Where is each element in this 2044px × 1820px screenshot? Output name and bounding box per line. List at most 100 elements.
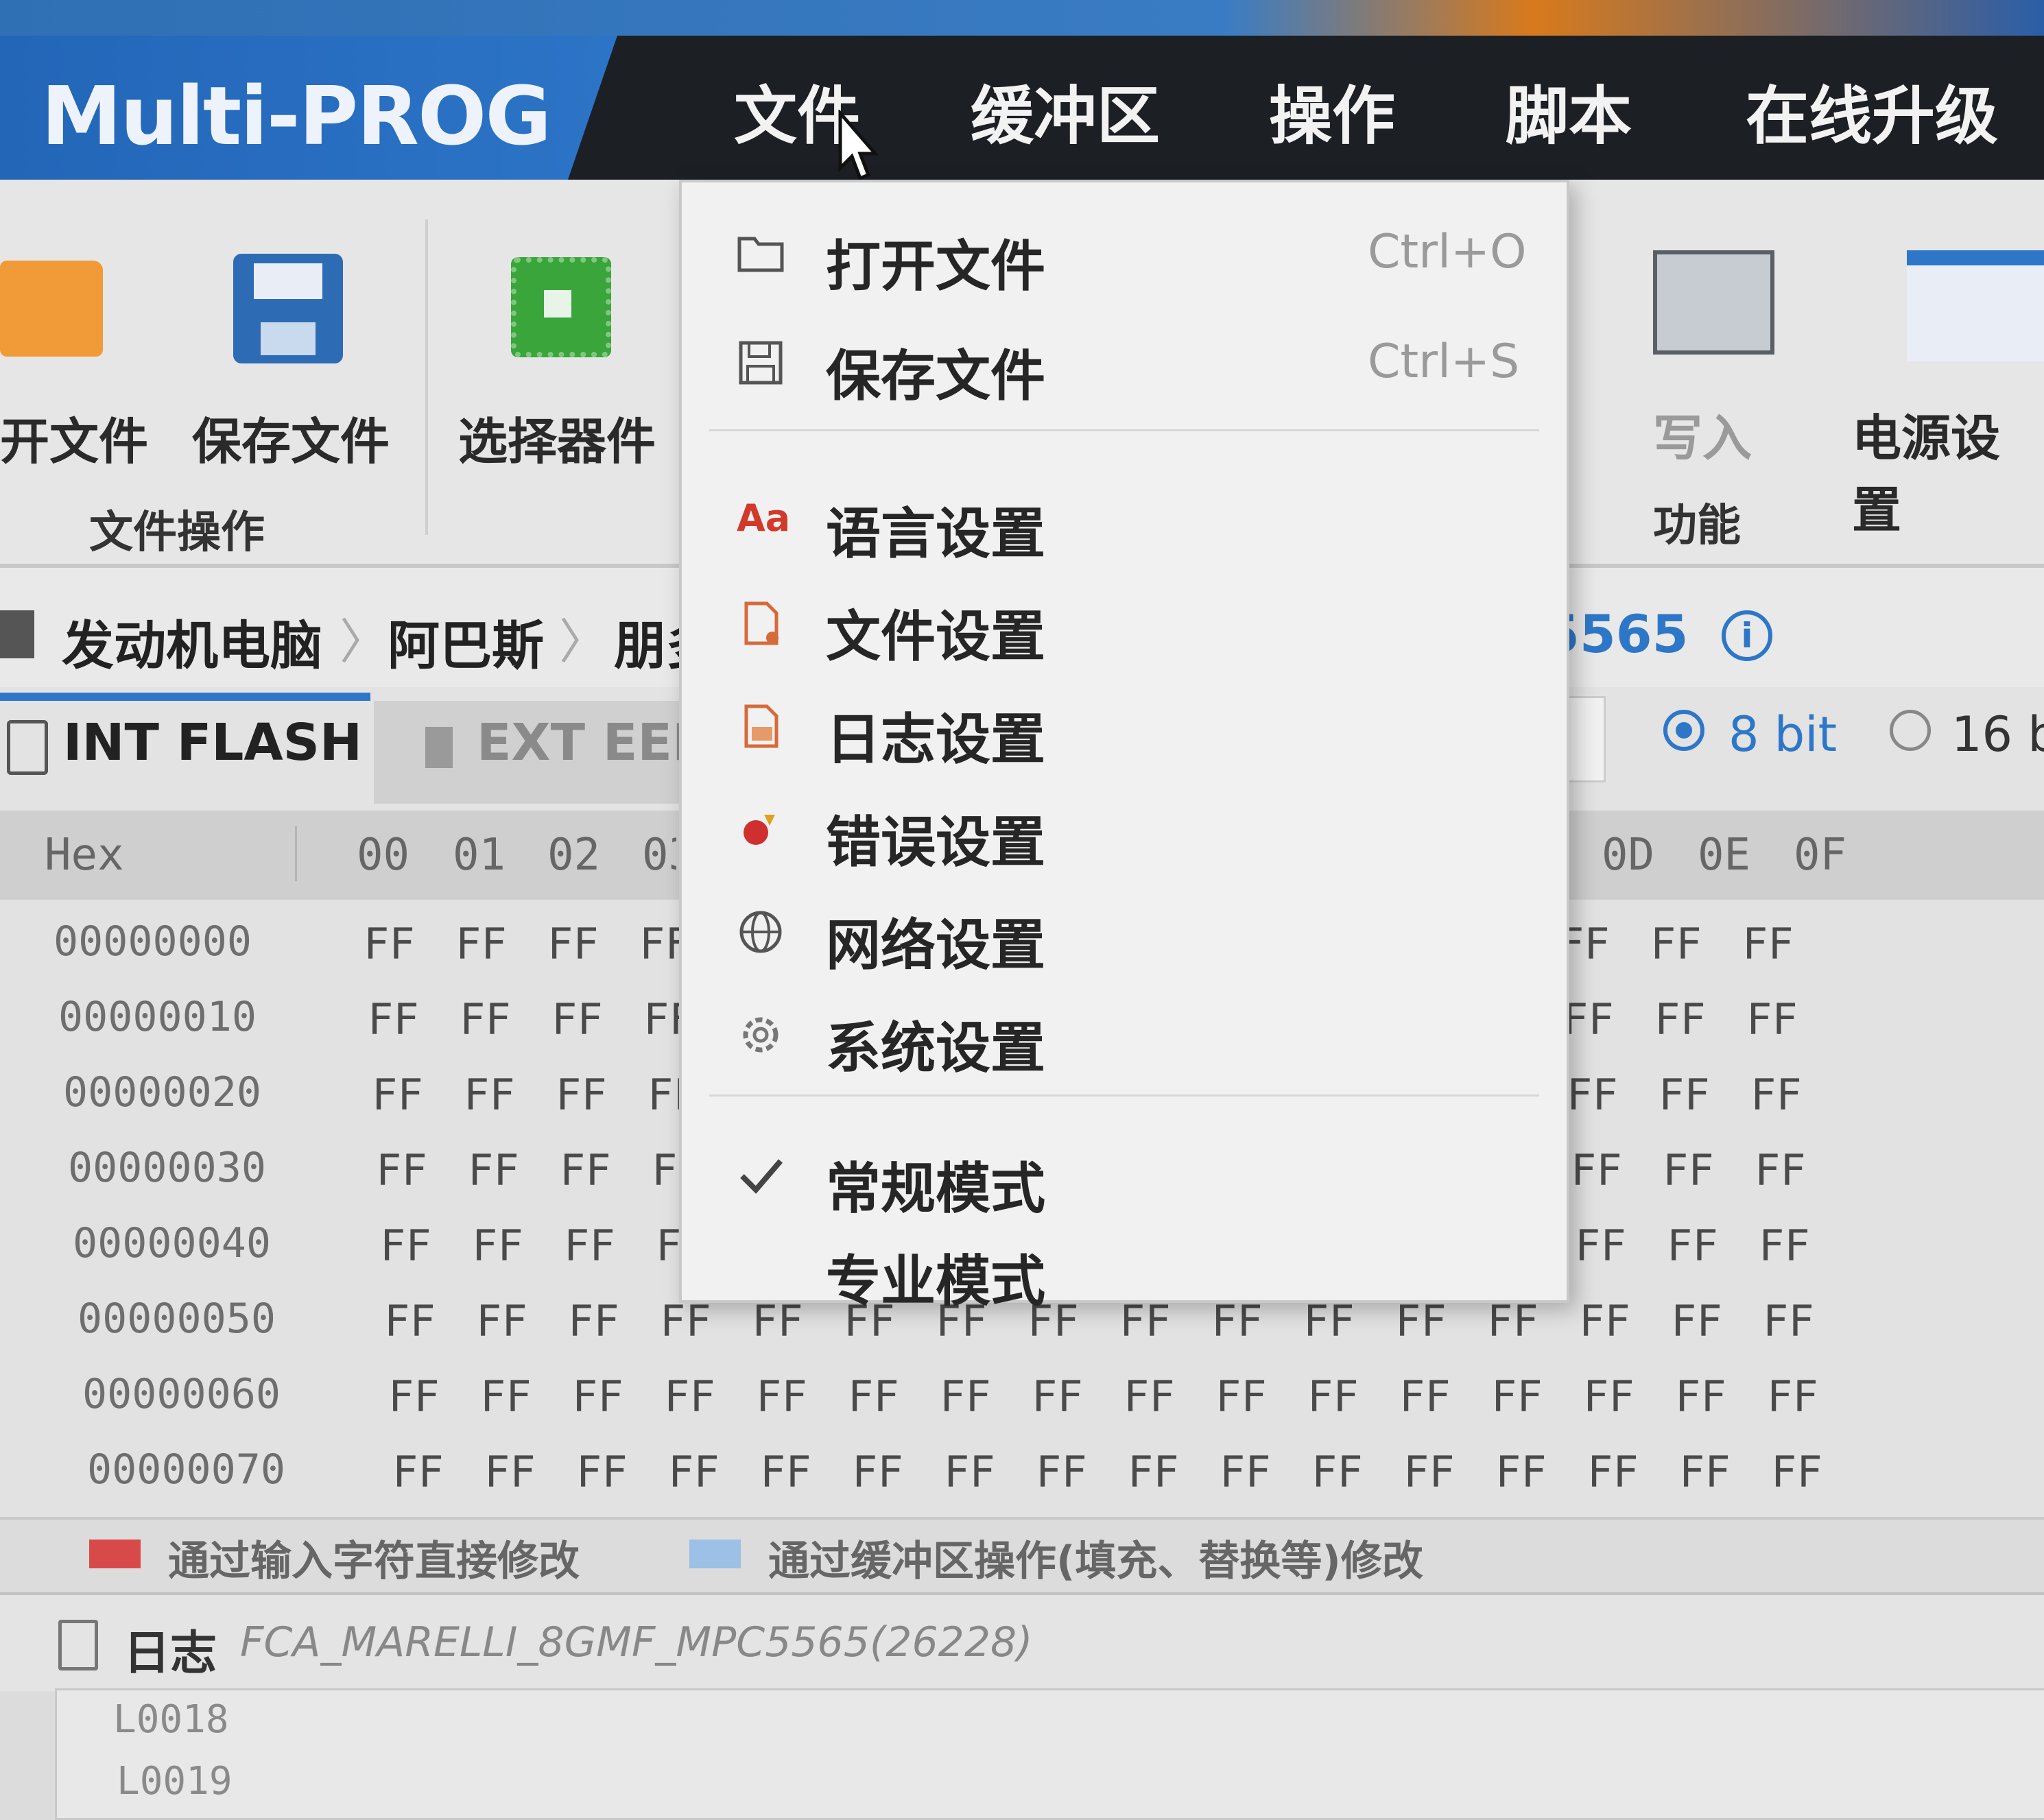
- hex-cell[interactable]: FF: [1675, 1372, 1726, 1422]
- hex-cell[interactable]: FF: [852, 1447, 903, 1497]
- hex-cell[interactable]: FF: [1495, 1447, 1547, 1497]
- hex-cell[interactable]: FF: [1491, 1372, 1543, 1422]
- hex-cell[interactable]: FF: [1755, 1145, 1806, 1195]
- menu-buffer[interactable]: 缓冲区: [971, 65, 1160, 156]
- hex-cell[interactable]: FF: [1659, 1070, 1710, 1120]
- breadcrumb-item-brand[interactable]: 阿巴斯: [388, 603, 544, 679]
- hex-cell[interactable]: FF: [1403, 1447, 1455, 1497]
- power-settings-button[interactable]: 电源设置: [1852, 398, 2044, 542]
- hex-cell[interactable]: FF: [1562, 994, 1614, 1044]
- hex-cell[interactable]: FF: [1750, 1070, 1802, 1120]
- hex-cell[interactable]: FF: [468, 1145, 519, 1195]
- tab-ext-eep[interactable]: EXT EEP: [477, 713, 682, 772]
- hex-cell[interactable]: FF: [480, 1372, 532, 1422]
- hex-cell[interactable]: FF: [472, 1221, 523, 1271]
- menu-item-file-settings[interactable]: 文件设置: [682, 573, 1567, 669]
- hex-cell[interactable]: FF: [372, 1070, 423, 1120]
- hex-cell[interactable]: FF: [944, 1447, 995, 1497]
- log-output[interactable]: [55, 1688, 2044, 1820]
- hex-cell[interactable]: FF: [668, 1447, 720, 1497]
- hex-cell[interactable]: FF: [547, 919, 599, 969]
- hex-cell[interactable]: FF: [476, 1296, 527, 1346]
- hex-cell[interactable]: FF: [464, 1070, 515, 1120]
- hex-cell[interactable]: FF: [376, 1145, 427, 1195]
- menu-online-upgrade[interactable]: 在线升级: [1746, 65, 1998, 156]
- hex-cell[interactable]: FF: [572, 1372, 623, 1422]
- hex-cell[interactable]: FF: [460, 994, 511, 1044]
- breadcrumb-item-ecu[interactable]: 发动机电脑: [62, 603, 322, 679]
- hex-cell[interactable]: FF: [1763, 1296, 1814, 1346]
- hex-cell[interactable]: FF: [1667, 1221, 1718, 1271]
- open-folder-icon[interactable]: [0, 261, 103, 357]
- hex-cell[interactable]: FF: [1571, 1145, 1622, 1195]
- menu-item-error-settings[interactable]: 错误设置: [682, 779, 1567, 875]
- hex-cell[interactable]: FF: [1587, 1447, 1639, 1497]
- menu-item-network-settings[interactable]: 网络设置: [682, 882, 1567, 978]
- hex-cell[interactable]: FF: [1032, 1372, 1083, 1422]
- hex-cell[interactable]: FF: [1663, 1145, 1714, 1195]
- save-floppy-icon[interactable]: [233, 254, 343, 363]
- chip-icon[interactable]: [511, 257, 611, 357]
- write-button[interactable]: 写入: [1653, 398, 1752, 470]
- hex-cell[interactable]: FF: [1036, 1447, 1087, 1497]
- radio-8bit[interactable]: [1663, 710, 1704, 751]
- hex-cell[interactable]: FF: [1220, 1447, 1271, 1497]
- hex-cell[interactable]: FF: [1679, 1447, 1731, 1497]
- menu-item-language[interactable]: Aa 语言设置: [682, 470, 1567, 566]
- hex-cell[interactable]: FF: [760, 1447, 811, 1497]
- hex-cell[interactable]: FF: [1759, 1221, 1810, 1271]
- breadcrumb-item-model[interactable]: 朋多: [614, 603, 679, 679]
- menu-item-log-settings[interactable]: 日志设置: [682, 676, 1567, 772]
- hex-cell[interactable]: FF: [380, 1221, 431, 1271]
- menu-script[interactable]: 脚本: [1506, 65, 1632, 156]
- hex-cell[interactable]: FF: [1746, 994, 1798, 1044]
- hex-cell[interactable]: FF: [1307, 1372, 1359, 1422]
- hex-cell[interactable]: FF: [1650, 919, 1702, 969]
- hex-cell[interactable]: FF: [940, 1372, 991, 1422]
- hex-cell[interactable]: FF: [1654, 994, 1706, 1044]
- power-settings-icon[interactable]: [1907, 250, 2044, 361]
- hex-cell[interactable]: FF: [664, 1372, 715, 1422]
- hex-cell[interactable]: FF: [1575, 1221, 1626, 1271]
- hex-cell[interactable]: FF: [392, 1447, 444, 1497]
- hex-cell[interactable]: FF: [1215, 1372, 1267, 1422]
- hex-cell[interactable]: FF: [364, 919, 415, 969]
- hex-cell[interactable]: FF: [455, 919, 507, 969]
- hex-cell[interactable]: FF: [1128, 1447, 1179, 1497]
- hex-cell[interactable]: FF: [564, 1221, 615, 1271]
- hex-cell[interactable]: FF: [1767, 1372, 1818, 1422]
- hex-cell[interactable]: FF: [576, 1447, 628, 1497]
- open-file-button[interactable]: 开文件: [0, 401, 148, 473]
- menu-item-system-settings[interactable]: 系统设置: [682, 985, 1567, 1081]
- hex-cell[interactable]: FF: [551, 994, 603, 1044]
- hex-cell[interactable]: FF: [568, 1296, 619, 1346]
- write-icon[interactable]: [1653, 250, 1774, 355]
- menu-item-save-file[interactable]: 保存文件 Ctrl+S: [682, 313, 1567, 409]
- menu-item-pro-mode[interactable]: 专业模式: [682, 1218, 1567, 1314]
- info-icon[interactable]: i: [1722, 610, 1772, 661]
- hex-cell[interactable]: FF: [384, 1296, 436, 1346]
- hex-cell[interactable]: FF: [388, 1372, 440, 1422]
- menu-item-normal-mode[interactable]: 常规模式: [682, 1125, 1567, 1221]
- hex-cell[interactable]: FF: [1124, 1372, 1175, 1422]
- menu-item-open-file[interactable]: 打开文件 Ctrl+O: [682, 203, 1567, 299]
- hex-cell[interactable]: FF: [368, 994, 419, 1044]
- tab-int-flash[interactable]: INT FLASH: [63, 713, 362, 772]
- hex-cell[interactable]: FF: [1311, 1447, 1363, 1497]
- hex-cell[interactable]: FF: [556, 1070, 607, 1120]
- save-file-button[interactable]: 保存文件: [192, 401, 390, 473]
- select-device-button[interactable]: 选择器件: [458, 401, 656, 473]
- hex-cell[interactable]: FF: [1399, 1372, 1451, 1422]
- hex-cell[interactable]: FF: [1583, 1372, 1635, 1422]
- menu-operation[interactable]: 操作: [1269, 65, 1395, 156]
- hex-cell[interactable]: FF: [1579, 1296, 1630, 1346]
- hex-cell[interactable]: FF: [848, 1372, 899, 1422]
- hex-cell[interactable]: FF: [1567, 1070, 1618, 1120]
- hex-cell[interactable]: FF: [756, 1372, 807, 1422]
- hex-cell[interactable]: FF: [1671, 1296, 1722, 1346]
- hex-cell[interactable]: FF: [1771, 1447, 1822, 1497]
- hex-cell[interactable]: FF: [1742, 919, 1794, 969]
- radio-16bit[interactable]: [1890, 710, 1931, 751]
- hex-cell[interactable]: FF: [560, 1145, 611, 1195]
- hex-cell[interactable]: FF: [484, 1447, 536, 1497]
